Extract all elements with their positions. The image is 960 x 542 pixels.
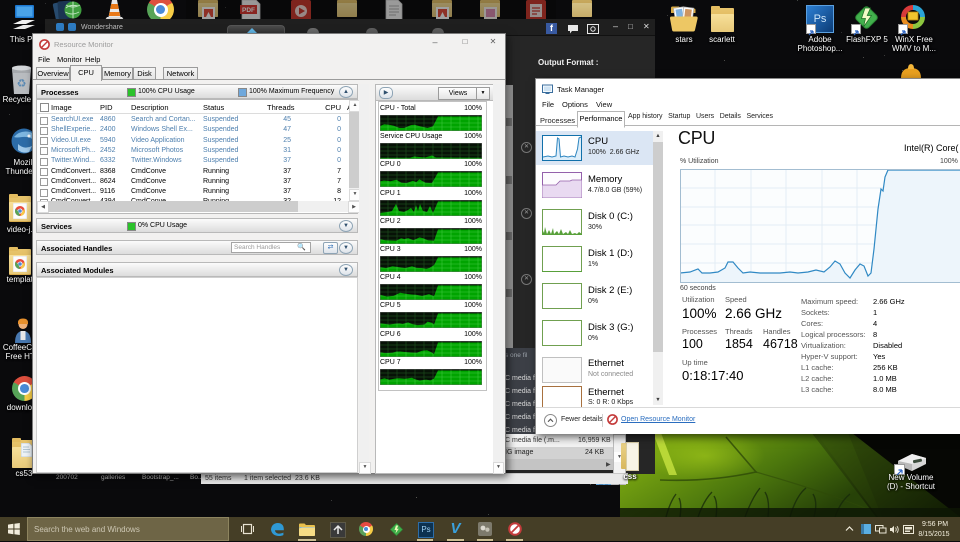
svg-text:♻: ♻ [17,78,27,90]
